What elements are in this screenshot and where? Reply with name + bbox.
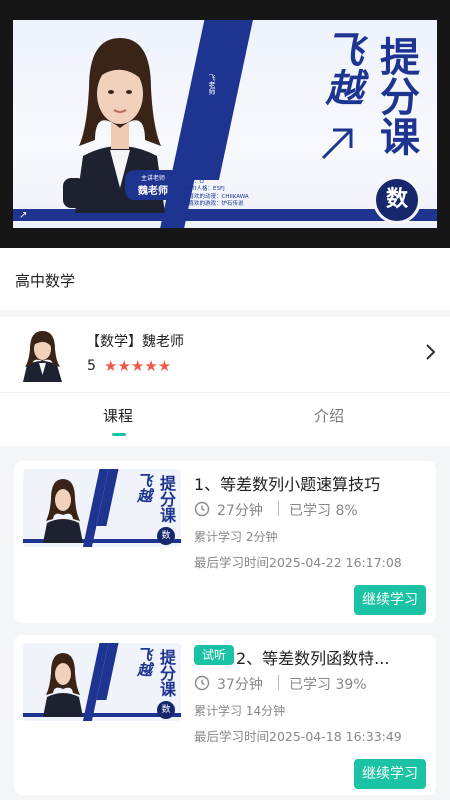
clock-icon	[194, 675, 210, 691]
teacher-portrait	[43, 479, 83, 543]
course-title: 2、等差数列函数特...	[236, 649, 390, 668]
tab-bar: 课程 介绍	[0, 392, 450, 446]
course-duration: 27分钟	[217, 503, 263, 519]
continue-learning-button[interactable]: 继续学习	[354, 759, 426, 789]
course-progress: 已学习 39%	[289, 677, 367, 693]
avatar	[15, 327, 70, 382]
subject-label: 高中数学	[15, 272, 76, 290]
course-thumbnail: 飞越 提分课 数	[23, 643, 181, 721]
course-card[interactable]: 飞越 提分课 数 试听 2、等差数列函数特... 37分钟 已学习 39% 累计…	[14, 635, 436, 795]
last-study-time: 最后学习时间2025-04-22 16:17:08	[194, 555, 402, 570]
arrow-up-right-icon	[321, 128, 353, 160]
subject-row: 高中数学	[0, 248, 450, 310]
cumulative-study-time: 累计学习 2分钟	[194, 530, 278, 544]
teacher-portrait	[43, 653, 83, 717]
banner-card: ↗ 主讲老师 魏老师 飞老师 ●赵子年 星座：天秤座 血型：O MBTI人格：E…	[13, 20, 437, 228]
subject-badge: 数	[373, 176, 421, 224]
teacher-name-tag: 主讲老师 魏老师	[125, 170, 181, 200]
trial-badge: 试听	[194, 645, 234, 665]
course-title: 1、等差数列小题速算技巧	[194, 475, 381, 494]
divider	[278, 501, 279, 516]
tab-course[interactable]: 课程	[103, 405, 133, 426]
corner-arrow-icon: ↗	[19, 210, 28, 221]
course-banner: ↗ 主讲老师 魏老师 飞老师 ●赵子年 星座：天秤座 血型：O MBTI人格：E…	[0, 0, 450, 248]
rating-stars: ★★★★★	[104, 357, 172, 375]
banner-vertical-text: ●赵子年	[213, 108, 221, 137]
banner-title-left: 飞越	[319, 30, 363, 106]
course-progress: 已学习 8%	[289, 503, 358, 519]
tab-intro[interactable]: 介绍	[314, 405, 344, 426]
banner-title-right: 提分课	[373, 36, 419, 156]
divider	[278, 675, 279, 690]
course-duration: 37分钟	[217, 677, 263, 693]
banner-vertical-text: 飞老师	[208, 74, 216, 95]
cumulative-study-time: 累计学习 14分钟	[194, 704, 286, 718]
last-study-time: 最后学习时间2025-04-18 16:33:49	[194, 729, 402, 744]
teacher-row[interactable]: 【数学】魏老师 5 ★★★★★	[0, 317, 450, 392]
active-tab-indicator	[112, 433, 126, 436]
teacher-info-list: 星座：天秤座 血型：O MBTI人格：ESFJ 最喜欢的动漫：CHIIKAWA …	[183, 171, 249, 207]
teacher-name: 【数学】魏老师	[86, 334, 184, 350]
course-thumbnail: 飞越 提分课 数	[23, 469, 181, 547]
course-card[interactable]: 飞越 提分课 数 1、等差数列小题速算技巧 27分钟 已学习 8% 累计学习 2…	[14, 461, 436, 623]
continue-learning-button[interactable]: 继续学习	[354, 585, 426, 615]
chevron-right-icon[interactable]	[424, 343, 436, 361]
clock-icon	[194, 501, 210, 517]
teacher-score: 5	[87, 358, 96, 374]
